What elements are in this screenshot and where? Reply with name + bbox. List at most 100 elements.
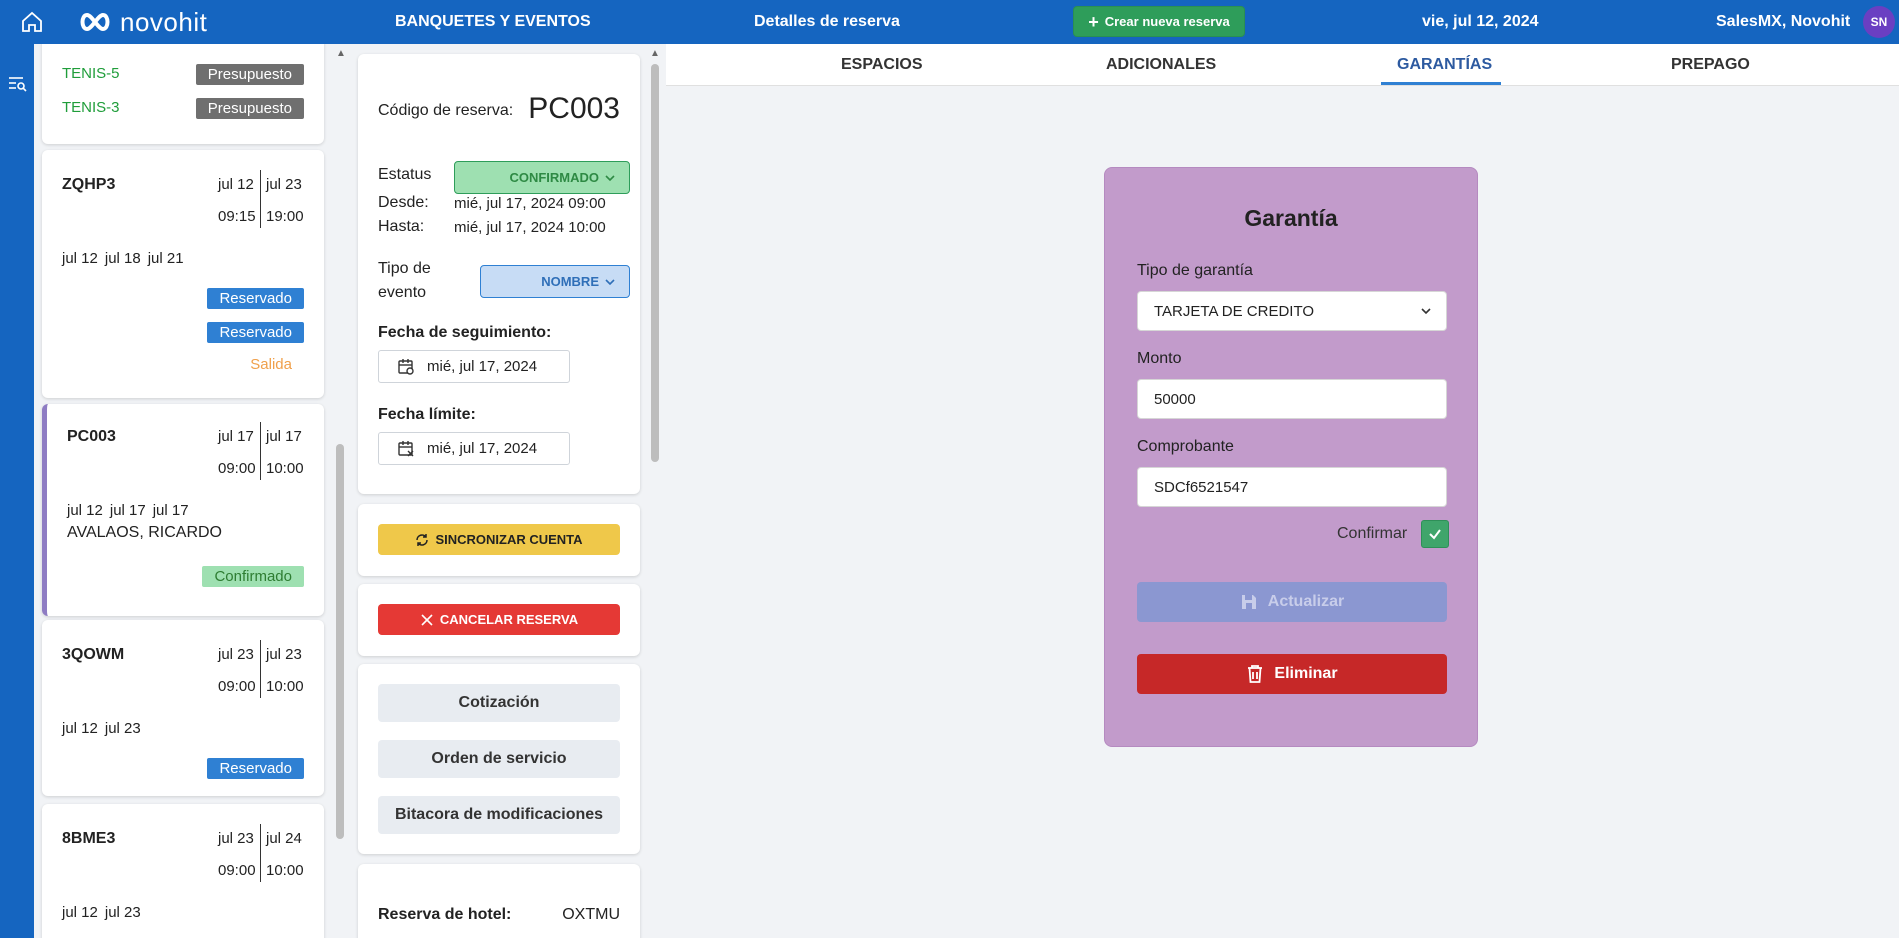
tab-adicionales[interactable]: ADICIONALES [1106, 56, 1216, 74]
divider [260, 824, 261, 882]
event-date: jul 21 [147, 250, 184, 267]
tab-prepago[interactable]: PREPAGO [1671, 56, 1750, 74]
delete-label: Eliminar [1274, 665, 1338, 682]
guarantee-type-label: Tipo de garantía [1137, 262, 1253, 279]
guarantee-title: Garantía [1244, 205, 1338, 231]
left-rail [0, 44, 34, 938]
details-panel: Código de reserva: PC003 Estatus CONFIRM… [358, 54, 640, 494]
from-value: mié, jul 17, 2024 09:00 [454, 195, 606, 212]
status-label: Estatus [378, 166, 432, 183]
code-label: Código de reserva: [378, 102, 514, 119]
home-icon[interactable] [20, 10, 44, 34]
followup-value: mié, jul 17, 2024 [427, 358, 538, 375]
list-item[interactable]: 3QOWM jul 23 jul 23 09:00 10:00 jul 12 j… [42, 620, 324, 796]
event-date: jul 17 [109, 502, 146, 519]
calendar-x-icon [398, 440, 414, 456]
list-item[interactable]: ZQHP3 jul 12 jul 23 09:15 19:00 jul 12 j… [42, 150, 324, 398]
date-to: jul 24 [266, 830, 302, 847]
client-name: AVALAOS, RICARDO [67, 524, 222, 541]
voucher-input[interactable]: SDCf6521547 [1137, 467, 1447, 507]
amount-value: 50000 [1154, 390, 1196, 408]
chevron-down-icon [605, 278, 615, 285]
event-type-label-2: evento [378, 284, 427, 301]
modification-log-button[interactable]: Bitacora de modificaciones [378, 796, 620, 834]
amount-input[interactable]: 50000 [1137, 379, 1447, 419]
new-booking-button[interactable]: + Crear nueva reserva [1073, 6, 1245, 37]
update-button[interactable]: Actualizar [1137, 582, 1447, 622]
confirm-checkbox[interactable] [1421, 520, 1449, 548]
tab-garantias[interactable]: GARANTÍAS [1397, 56, 1492, 74]
cancel-reservation-button[interactable]: CANCELAR RESERVA [378, 604, 620, 635]
time-to: 10:00 [266, 678, 304, 695]
divider [260, 170, 261, 228]
scrollbar-thumb[interactable] [651, 64, 659, 462]
event-dates: jul 12 jul 23 [62, 720, 141, 737]
event-type-dropdown[interactable]: NOMBRE [480, 265, 630, 298]
scrollbar-thumb[interactable] [336, 444, 344, 839]
module-title: BANQUETES Y EVENTOS [395, 13, 591, 30]
date-from: jul 12 [218, 176, 254, 193]
scroll-up-icon[interactable]: ▲ [336, 48, 346, 59]
date-to: jul 17 [266, 428, 302, 445]
active-tab-indicator [1381, 82, 1501, 85]
space-name: TENIS-5 [62, 65, 120, 82]
hotel-value: OXTMU [562, 906, 620, 923]
scroll-up-icon[interactable]: ▲ [650, 48, 660, 59]
event-dates: jul 12 jul 18 jul 21 [62, 250, 184, 267]
sync-account-button[interactable]: SINCRONIZAR CUENTA [378, 524, 620, 555]
time-from: 09:00 [218, 678, 256, 695]
status-dropdown[interactable]: CONFIRMADO [454, 161, 630, 194]
new-booking-label: Crear nueva reserva [1104, 14, 1230, 29]
event-date: jul 18 [104, 250, 141, 267]
check-icon [1429, 529, 1441, 540]
novohit-logo: novohit [78, 6, 208, 37]
filter-list-icon[interactable] [6, 72, 28, 94]
infinity-logo-icon [80, 12, 110, 32]
time-from: 09:00 [218, 862, 256, 879]
reservation-code: PC003 [67, 428, 116, 445]
list-item-selected[interactable]: PC003 jul 17 jul 17 09:00 10:00 jul 12 j… [42, 404, 324, 616]
hotel-label: Reserva de hotel: [378, 906, 512, 923]
reservation-code: 3QOWM [62, 646, 125, 663]
service-order-button[interactable]: Orden de servicio [378, 740, 620, 778]
date-to: jul 23 [266, 176, 302, 193]
quote-button[interactable]: Cotización [378, 684, 620, 722]
checkout-label: Salida [250, 356, 292, 373]
hotel-panel: Reserva de hotel: OXTMU [358, 864, 640, 938]
to-value: mié, jul 17, 2024 10:00 [454, 219, 606, 236]
close-icon [421, 613, 433, 626]
deadline-label: Fecha límite: [378, 406, 476, 423]
followup-date-field[interactable]: mié, jul 17, 2024 [378, 350, 570, 383]
status-badge: Reservado [207, 322, 304, 343]
status-badge: Reservado [207, 288, 304, 309]
deadline-value: mié, jul 17, 2024 [427, 440, 538, 457]
list-item[interactable]: TENIS-5 Presupuesto TENIS-3 Presupuesto [42, 44, 324, 144]
page-title: Detalles de reserva [754, 13, 900, 30]
reservation-list: TENIS-5 Presupuesto TENIS-3 Presupuesto … [34, 44, 334, 938]
guarantee-type-select[interactable]: TARJETA DE CREDITO [1137, 291, 1447, 331]
date-from: jul 23 [218, 830, 254, 847]
divider [260, 640, 261, 698]
status-badge: Reservado [207, 758, 304, 779]
user-name[interactable]: SalesMX, Novohit [1716, 13, 1850, 31]
confirm-label: Confirmar [1337, 525, 1408, 542]
details-scrollbar[interactable]: ▲ [648, 44, 662, 938]
time-to: 10:00 [266, 862, 304, 879]
date-from: jul 17 [218, 428, 254, 445]
status-badge: Presupuesto [195, 64, 304, 85]
time-from: 09:00 [218, 460, 256, 477]
list-scrollbar[interactable]: ▲ [334, 44, 348, 938]
logo-text: novohit [120, 6, 208, 37]
tab-espacios[interactable]: ESPACIOS [841, 56, 923, 74]
event-date: jul 17 [152, 502, 189, 519]
delete-button[interactable]: Eliminar [1137, 654, 1447, 694]
from-label: Desde: [378, 194, 429, 211]
deadline-date-field[interactable]: mié, jul 17, 2024 [378, 432, 570, 465]
time-from: 09:15 [218, 208, 256, 225]
list-item[interactable]: 8BME3 jul 23 jul 24 09:00 10:00 jul 12 j… [42, 804, 324, 938]
avatar[interactable]: SN [1863, 6, 1895, 38]
amount-label: Monto [1137, 350, 1182, 367]
documents-panel: Cotización Orden de servicio Bitacora de… [358, 664, 640, 854]
chevron-down-icon [1421, 308, 1431, 315]
cancel-label: CANCELAR RESERVA [439, 612, 579, 627]
